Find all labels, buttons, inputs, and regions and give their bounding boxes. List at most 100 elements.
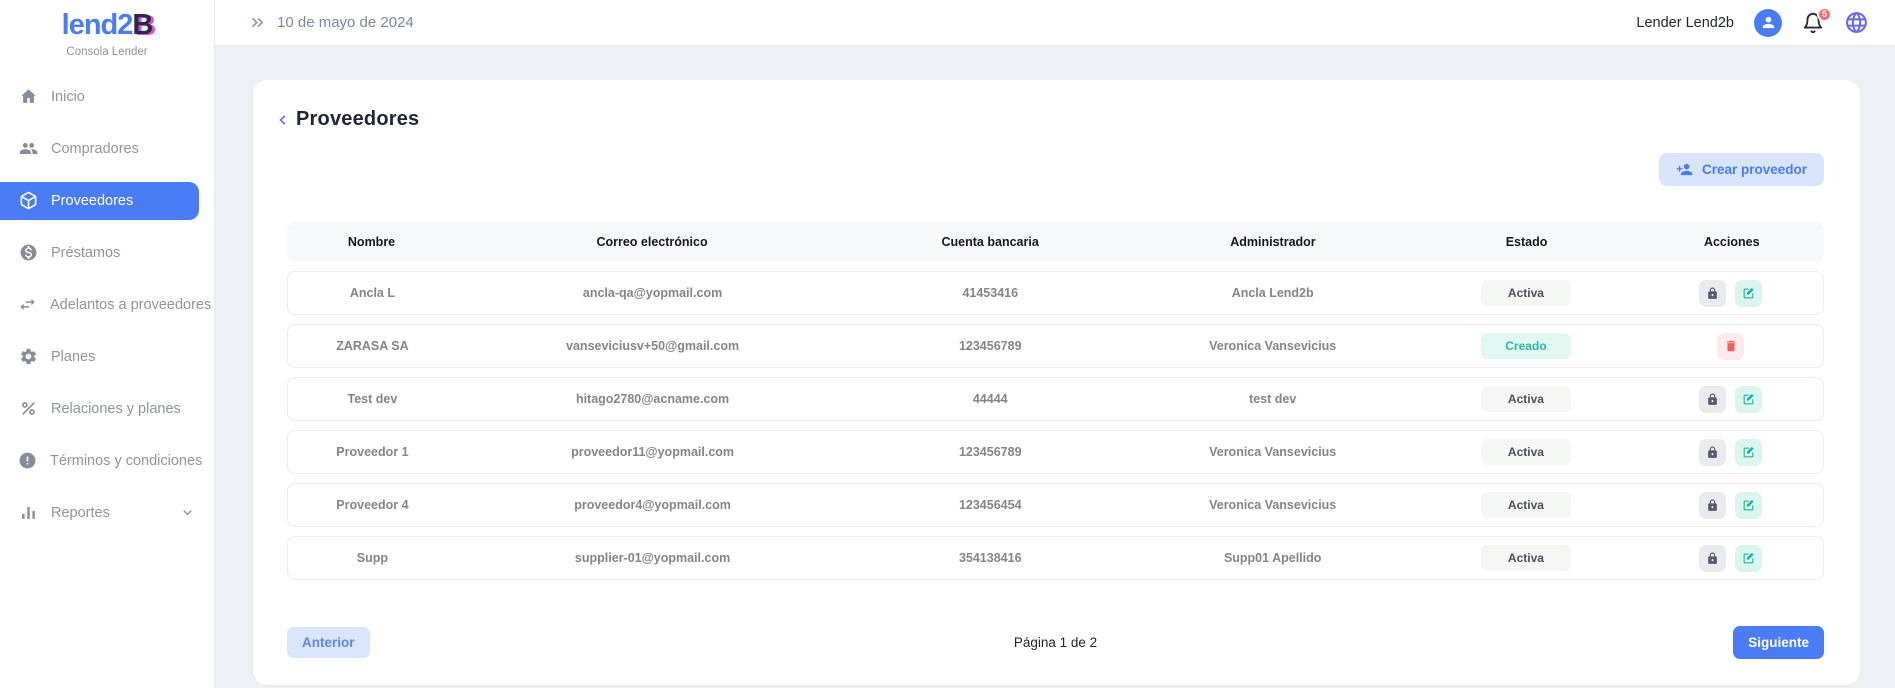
edit-action-button[interactable]: [1735, 280, 1762, 307]
cell-cuenta: 123456789: [848, 445, 1132, 459]
edit-action-button[interactable]: [1735, 492, 1762, 519]
cell-nombre: Ancla L: [288, 286, 457, 300]
page-title: Proveedores: [296, 108, 419, 131]
cell-cuenta: 354138416: [848, 551, 1132, 565]
cell-nombre: Proveedor 4: [288, 498, 457, 512]
pagination: Anterior Página 1 de 2 Siguiente: [287, 626, 1824, 659]
sidebar-item-compradores[interactable]: Compradores: [0, 130, 214, 168]
notification-badge: 5: [1817, 7, 1832, 22]
cell-cuenta: 123456789: [848, 339, 1132, 353]
column-header-estado: Estado: [1414, 235, 1640, 249]
home-icon: [18, 87, 38, 107]
lock-action-button[interactable]: [1699, 439, 1726, 466]
column-header-correo-electronico: Correo electrónico: [456, 235, 848, 249]
status-badge: Activa: [1481, 386, 1571, 412]
next-page-button[interactable]: Siguiente: [1733, 626, 1824, 659]
delete-action-button[interactable]: [1717, 333, 1744, 360]
sidebar-item-inicio[interactable]: Inicio: [0, 78, 214, 116]
lock-action-button[interactable]: [1699, 386, 1726, 413]
status-badge: Activa: [1481, 439, 1571, 465]
edit-icon: [1742, 499, 1755, 512]
user-name: Lender Lend2b: [1636, 15, 1734, 31]
cell-correo: vanseviciusv+50@gmail.com: [457, 339, 848, 353]
table-row: Ancla Lancla-qa@yopmail.com41453416Ancla…: [287, 271, 1824, 315]
sidebar-item-label: Proveedores: [51, 193, 133, 209]
edit-icon: [1742, 287, 1755, 300]
brand-logo: lend2B Consola Lender: [0, 0, 214, 58]
sidebar-item-reportes[interactable]: Reportes: [0, 494, 214, 532]
page-info: Página 1 de 2: [1014, 635, 1097, 650]
logo-text: lend2B: [0, 10, 214, 42]
cell-acciones: [1639, 386, 1823, 413]
cell-correo: ancla-qa@yopmail.com: [457, 286, 848, 300]
cell-nombre: Test dev: [288, 392, 457, 406]
sidebar-item-label: Relaciones y planes: [51, 401, 181, 417]
sidebar-item-prestamos[interactable]: Préstamos: [0, 234, 214, 272]
sidebar-item-label: Planes: [51, 349, 95, 365]
language-globe-icon[interactable]: [1844, 10, 1869, 35]
alert-icon: [18, 451, 37, 471]
cell-correo: hitago2780@acname.com: [457, 392, 848, 406]
providers-table: NombreCorreo electrónicoCuenta bancariaA…: [287, 222, 1824, 580]
chart-icon: [18, 503, 38, 523]
logo-accent: B: [132, 9, 152, 41]
lock-action-button[interactable]: [1699, 280, 1726, 307]
edit-action-button[interactable]: [1735, 439, 1762, 466]
cell-administrador: test dev: [1132, 392, 1413, 406]
content-area: Proveedores Crear proveedor NombreCorreo…: [215, 46, 1895, 688]
percent-icon: [18, 399, 38, 419]
avatar[interactable]: [1754, 9, 1782, 37]
actions-row: Crear proveedor: [253, 153, 1824, 186]
create-provider-label: Crear proveedor: [1702, 162, 1807, 177]
logo-primary: lend2: [62, 9, 133, 41]
gear-icon: [18, 347, 38, 367]
status-badge: Creado: [1481, 333, 1571, 359]
topbar-right: Lender Lend2b 5: [1636, 9, 1869, 37]
table-row: Proveedor 4proveedor4@yopmail.com1234564…: [287, 483, 1824, 527]
back-button[interactable]: [273, 111, 291, 129]
lock-action-button[interactable]: [1699, 545, 1726, 572]
cell-administrador: Veronica Vansevicius: [1132, 445, 1413, 459]
cell-administrador: Supp01 Apellido: [1132, 551, 1413, 565]
notifications-button[interactable]: 5: [1802, 12, 1824, 34]
person-add-icon: [1676, 161, 1693, 178]
cell-acciones: [1639, 280, 1823, 307]
cell-correo: proveedor4@yopmail.com: [457, 498, 848, 512]
column-header-acciones: Acciones: [1640, 235, 1824, 249]
coin-icon: [18, 243, 38, 263]
sidebar-item-planes[interactable]: Planes: [0, 338, 214, 376]
topbar: 10 de mayo de 2024 Lender Lend2b 5: [215, 0, 1895, 46]
lock-action-button[interactable]: [1699, 492, 1726, 519]
sidebar-item-adelantos-a-proveedores[interactable]: Adelantos a proveedores: [0, 286, 214, 324]
cell-estado: Creado: [1413, 333, 1639, 359]
chevron-down-icon[interactable]: [179, 504, 196, 521]
cell-estado: Activa: [1413, 280, 1639, 306]
cell-estado: Activa: [1413, 545, 1639, 571]
cell-nombre: Proveedor 1: [288, 445, 457, 459]
sidebar-item-relaciones-y-planes[interactable]: Relaciones y planes: [0, 390, 214, 428]
expand-sidebar-icon[interactable]: [248, 13, 267, 32]
previous-page-button[interactable]: Anterior: [287, 627, 370, 658]
lock-icon: [1706, 446, 1719, 459]
cell-estado: Activa: [1413, 439, 1639, 465]
sidebar-item-label: Adelantos a proveedores: [50, 297, 211, 313]
table-row: Proveedor 1proveedor11@yopmail.com123456…: [287, 430, 1824, 474]
edit-action-button[interactable]: [1735, 545, 1762, 572]
main-column: 10 de mayo de 2024 Lender Lend2b 5: [215, 0, 1895, 688]
sidebar-item-label: Compradores: [51, 141, 139, 157]
users-icon: [18, 139, 38, 159]
sidebar-item-terminos-y-condiciones[interactable]: Términos y condiciones: [0, 442, 214, 480]
status-badge: Activa: [1481, 280, 1571, 306]
table-row: Suppsupplier-01@yopmail.com354138416Supp…: [287, 536, 1824, 580]
transfer-icon: [18, 295, 37, 315]
status-badge: Activa: [1481, 545, 1571, 571]
edit-action-button[interactable]: [1735, 386, 1762, 413]
edit-icon: [1742, 393, 1755, 406]
providers-card: Proveedores Crear proveedor NombreCorreo…: [253, 80, 1860, 685]
create-provider-button[interactable]: Crear proveedor: [1659, 153, 1824, 186]
edit-icon: [1742, 552, 1755, 565]
sidebar-item-proveedores[interactable]: Proveedores: [0, 182, 199, 220]
edit-icon: [1742, 446, 1755, 459]
lock-icon: [1706, 499, 1719, 512]
cell-administrador: Veronica Vansevicius: [1132, 498, 1413, 512]
